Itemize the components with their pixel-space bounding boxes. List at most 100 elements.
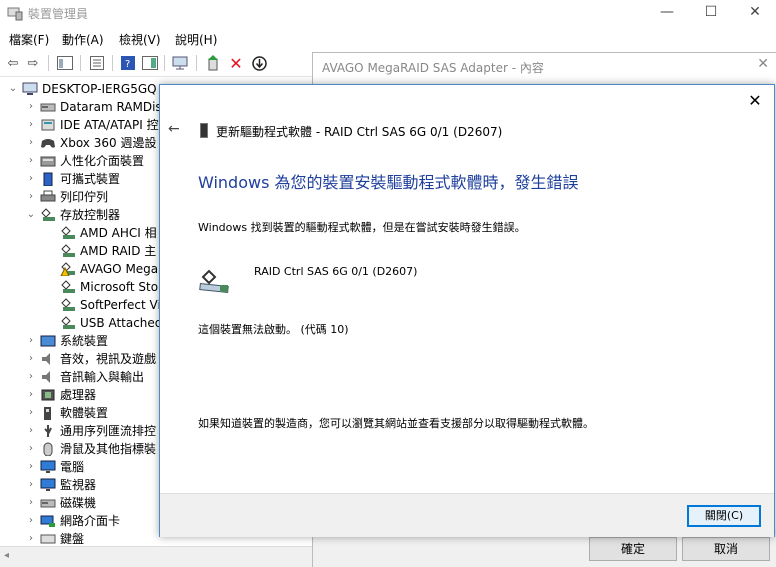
tree-item-label: 存放控制器 <box>60 208 121 222</box>
tree-item[interactable]: › 磁碟機 <box>0 494 160 512</box>
tree-item[interactable]: ⌄ 存放控制器 <box>0 206 160 224</box>
expand-arrow-icon[interactable]: › <box>26 404 36 422</box>
expand-arrow-icon[interactable]: › <box>26 350 36 368</box>
tree-item[interactable]: › 可攜式裝置 <box>0 170 160 188</box>
tree-item[interactable]: › 軟體裝置 <box>0 404 160 422</box>
ide-controller-icon <box>41 119 55 131</box>
svg-text:?: ? <box>125 59 130 70</box>
tree-item[interactable]: › 人性化介面裝置 <box>0 152 160 170</box>
processor-icon <box>41 389 55 401</box>
back-arrow-icon[interactable]: ← <box>168 121 180 137</box>
menu-view[interactable]: 檢視(V) <box>119 31 161 48</box>
tree-item[interactable]: › 系統裝置 <box>0 332 160 350</box>
back-arrow-icon[interactable]: ⇦ <box>4 54 22 72</box>
tree-item-label: 音訊輸入與輸出 <box>60 370 145 384</box>
tree-item[interactable]: › Xbox 360 週邊設 <box>0 134 160 152</box>
horizontal-scrollbar[interactable]: ◂ <box>0 546 312 567</box>
update-driver-dialog: ✕ ← 更新驅動程式軟體 - RAID Ctrl SAS 6G 0/1 (D26… <box>159 84 775 537</box>
tree-item[interactable]: USB Attached <box>0 314 160 332</box>
expand-arrow-icon[interactable]: › <box>26 512 36 530</box>
dialog-close-icon[interactable]: ✕ <box>745 91 765 111</box>
tree-item[interactable]: Microsoft Sto <box>0 278 160 296</box>
device-manager-titlebar: 裝置管理員 — ☐ ✕ <box>0 0 776 26</box>
expand-arrow-icon[interactable]: › <box>26 152 36 170</box>
collapse-arrow-icon[interactable]: ⌄ <box>8 80 18 98</box>
device-tree: ⌄ DESKTOP-IERG5GQ › Dataram RAMDis › IDE ATA/… <box>0 78 160 544</box>
tree-item-label: 可攜式裝置 <box>60 172 121 186</box>
expand-arrow-icon[interactable]: › <box>26 134 36 152</box>
storage-controller-icon <box>61 298 75 311</box>
expand-arrow-icon[interactable]: › <box>26 170 36 188</box>
tree-item-label: 電腦 <box>60 460 85 474</box>
expand-arrow-icon[interactable]: › <box>26 116 36 134</box>
tree-item[interactable]: › Dataram RAMDis <box>0 98 160 116</box>
tree-item-label: AMD RAID 主 <box>80 244 157 258</box>
tree-item-label: IDE ATA/ATAPI 控 <box>60 118 159 132</box>
expand-arrow-icon[interactable]: › <box>26 440 36 458</box>
menu-file[interactable]: 檔案(F) <box>9 31 49 48</box>
tree-item[interactable]: › 音效，視訊及遊戲 <box>0 350 160 368</box>
tree-item[interactable]: › 鍵盤 <box>0 530 160 544</box>
expand-arrow-icon[interactable]: › <box>26 332 36 350</box>
close-button[interactable]: 關閉(C) <box>687 505 761 527</box>
device-name: RAID Ctrl SAS 6G 0/1 (D2607) <box>254 265 418 278</box>
tree-item-label: 監視器 <box>60 478 97 492</box>
action-pane-icon[interactable] <box>141 54 159 72</box>
hid-icon <box>40 156 56 167</box>
storage-controller-icon <box>61 316 75 329</box>
help-icon[interactable]: ? <box>119 54 137 72</box>
collapse-arrow-icon[interactable]: ⌄ <box>26 206 36 224</box>
monitor-icon <box>40 460 56 473</box>
tree-item[interactable]: AMD AHCI 相 <box>0 224 160 242</box>
expand-arrow-icon[interactable]: › <box>26 476 36 494</box>
keyboard-icon <box>40 534 56 544</box>
close-window-button[interactable]: ✕ <box>732 0 776 26</box>
tree-item[interactable]: › 監視器 <box>0 476 160 494</box>
menu-action[interactable]: 動作(A) <box>62 31 104 48</box>
forward-arrow-icon[interactable]: ⇨ <box>24 54 42 72</box>
error-description: Windows 找到裝置的驅動程式軟體，但是在嘗試安裝時發生錯誤。 <box>198 221 526 234</box>
tree-item[interactable]: SoftPerfect Vi <box>0 296 160 314</box>
tree-item[interactable]: › IDE ATA/ATAPI 控 <box>0 116 160 134</box>
system-device-icon <box>40 335 56 347</box>
expand-arrow-icon[interactable]: › <box>26 188 36 206</box>
menu-bar: 檔案(F) 動作(A) 檢視(V) 說明(H) <box>0 28 776 48</box>
scan-hardware-icon[interactable] <box>172 54 190 72</box>
tree-item-label: 磁碟機 <box>60 496 97 510</box>
tree-item[interactable]: › 音訊輸入與輸出 <box>0 368 160 386</box>
help-text: 如果知道裝置的製造商，您可以瀏覽其網站並查看支援部分以取得驅動程式軟體。 <box>198 417 594 430</box>
expand-arrow-icon[interactable]: › <box>26 494 36 512</box>
cancel-button[interactable]: 取消 <box>682 537 770 561</box>
tree-item-label: 音效，視訊及遊戲 <box>60 352 157 366</box>
tree-item[interactable]: › 列印佇列 <box>0 188 160 206</box>
uninstall-device-icon[interactable]: ✕ <box>227 54 245 73</box>
expand-arrow-icon[interactable]: › <box>26 368 36 386</box>
expand-arrow-icon[interactable]: › <box>26 98 36 116</box>
expand-arrow-icon[interactable]: › <box>26 530 36 544</box>
tree-item-label: DESKTOP-IERG5GQ <box>42 82 157 96</box>
update-driver-icon[interactable] <box>204 54 222 72</box>
disable-device-icon[interactable] <box>250 54 268 72</box>
tree-item[interactable]: › 滑鼠及其他指標裝 <box>0 440 160 458</box>
tree-item-label: 通用序列匯流排控 <box>60 424 157 438</box>
tree-item[interactable]: › 電腦 <box>0 458 160 476</box>
tree-item[interactable]: › 通用序列匯流排控 <box>0 422 160 440</box>
show-hide-console-tree-icon[interactable] <box>56 54 74 72</box>
tree-item[interactable]: AMD RAID 主 <box>0 242 160 260</box>
tree-item-label: 處理器 <box>60 388 97 402</box>
tree-item[interactable]: › 處理器 <box>0 386 160 404</box>
device-small-icon <box>200 123 208 138</box>
menu-help[interactable]: 說明(H) <box>175 31 217 48</box>
minimize-button[interactable]: — <box>644 0 690 26</box>
ok-button[interactable]: 確定 <box>589 537 677 561</box>
tree-item-label: SoftPerfect Vi <box>80 298 160 312</box>
tree-item[interactable]: AVAGO Mega <box>0 260 160 278</box>
tree-item[interactable]: ⌄ DESKTOP-IERG5GQ <box>0 80 160 98</box>
expand-arrow-icon[interactable]: › <box>26 386 36 404</box>
tree-item[interactable]: › 網路介面卡 <box>0 512 160 530</box>
properties-icon[interactable] <box>88 54 106 72</box>
properties-close-icon[interactable]: ✕ <box>757 56 769 72</box>
expand-arrow-icon[interactable]: › <box>26 458 36 476</box>
expand-arrow-icon[interactable]: › <box>26 422 36 440</box>
maximize-button[interactable]: ☐ <box>688 0 734 26</box>
